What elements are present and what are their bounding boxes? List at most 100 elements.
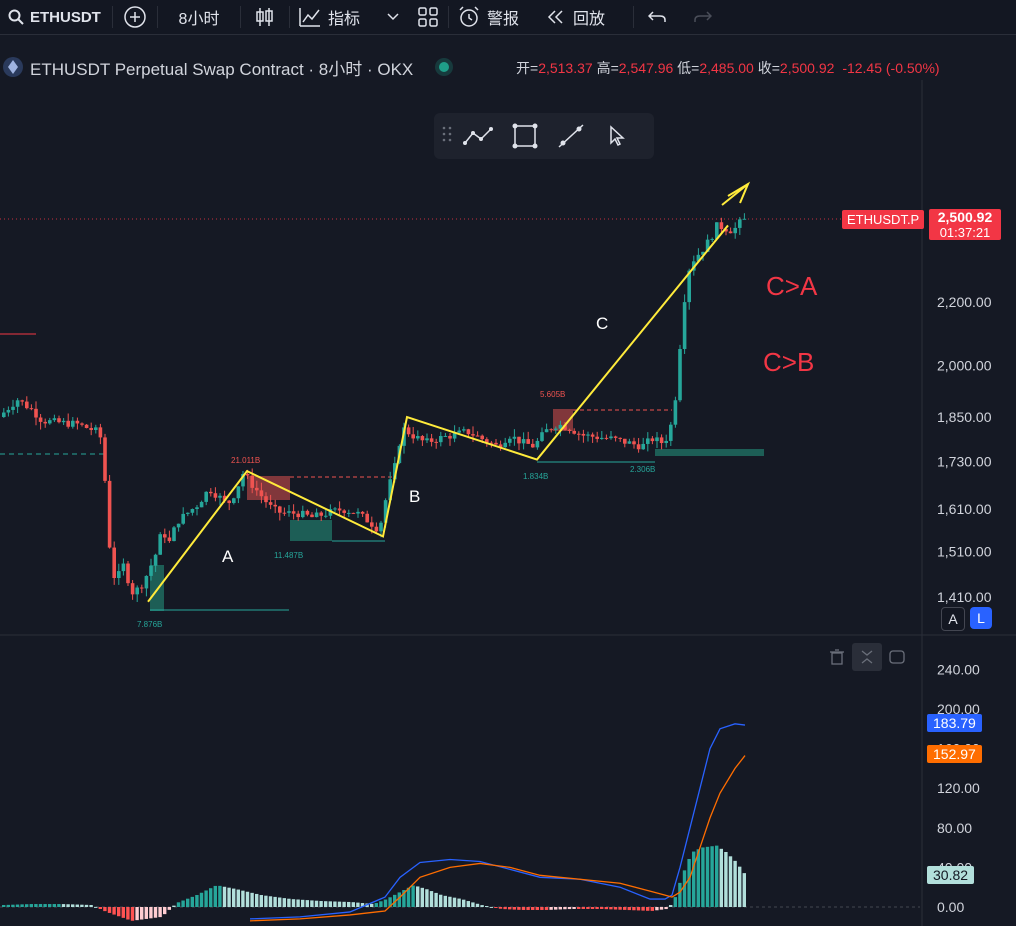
macd-histogram-bar	[259, 895, 263, 907]
macd-histogram-bar	[544, 907, 549, 910]
macd-histogram-bar	[209, 888, 213, 907]
path-tool-button[interactable]	[456, 125, 502, 147]
candle-down	[282, 512, 287, 514]
candle-down	[126, 563, 130, 584]
macd-histogram-bar	[627, 907, 631, 911]
candle-down	[351, 512, 356, 514]
volume-box	[655, 449, 764, 456]
candle-up	[117, 571, 121, 579]
macd-histogram-bar	[563, 907, 567, 910]
candle-down	[278, 506, 282, 513]
macd-histogram-bar	[733, 860, 737, 907]
macd-histogram-bar	[549, 907, 553, 910]
rectangle-tool-button[interactable]	[502, 122, 548, 150]
macd-histogram-bar	[75, 904, 79, 907]
drawing-toolbar	[434, 113, 654, 159]
macd-histogram-bar	[98, 907, 102, 909]
macd-histogram-bar	[218, 885, 222, 907]
candle-up	[236, 486, 241, 499]
candle-up	[195, 507, 199, 510]
macd-tick-label: 0.00	[937, 899, 964, 915]
maximize-pane-button[interactable]	[882, 643, 912, 671]
candle-up	[462, 429, 466, 431]
candle-down	[604, 437, 609, 439]
macd-histogram-bar	[636, 907, 641, 911]
candle-up	[682, 302, 687, 350]
elliott-wave-line	[147, 224, 729, 603]
macd-histogram-bar	[130, 907, 135, 921]
candle-down	[549, 429, 553, 431]
macd-histogram-bar	[351, 902, 355, 907]
price-tick-label: 2,000.00	[937, 357, 992, 373]
macd-histogram-bar	[715, 845, 719, 907]
candle-up	[158, 534, 162, 555]
candle-up	[232, 498, 236, 504]
rectangle-icon	[512, 123, 538, 149]
macd-histogram-bar	[250, 892, 254, 907]
macd-tick-label: 240.00	[937, 661, 980, 677]
candle-down	[163, 534, 167, 538]
candle-up	[641, 443, 645, 450]
delete-pane-button[interactable]	[822, 643, 852, 671]
candle-down	[57, 418, 61, 423]
macd-histogram-bar	[664, 907, 668, 910]
macd-histogram-bar	[172, 905, 176, 907]
macd-histogram-bar	[558, 907, 562, 910]
candle-down	[20, 400, 24, 402]
trendline-tool-button[interactable]	[548, 122, 594, 150]
candle-up	[190, 509, 195, 513]
candle-up	[94, 427, 98, 430]
candle-up	[218, 495, 222, 498]
candle-down	[636, 444, 641, 450]
candle-up	[609, 436, 613, 439]
macd-histogram-bar	[416, 886, 420, 907]
candle-down	[360, 511, 365, 514]
candle-down	[227, 500, 231, 504]
candle-up	[204, 491, 208, 502]
macd-histogram-bar	[84, 904, 89, 907]
candle-down	[650, 438, 655, 442]
polyline-icon	[463, 127, 493, 145]
candle-down	[494, 442, 498, 445]
macd-histogram-bar	[641, 907, 645, 911]
candle-down	[89, 428, 93, 430]
macd-histogram-bar	[673, 897, 677, 907]
cursor-icon	[610, 125, 625, 147]
macd-histogram-bar	[498, 907, 503, 909]
candle-down	[406, 427, 411, 435]
candle-down	[112, 547, 116, 579]
macd-histogram-bar	[282, 898, 286, 907]
log-scale-button[interactable]: L	[970, 607, 992, 629]
macd-histogram-bar	[11, 904, 15, 907]
macd-histogram-bar	[595, 907, 599, 909]
candle-down	[130, 583, 135, 595]
macd-histogram-bar	[6, 904, 10, 907]
candle-up	[121, 563, 126, 572]
macd-histogram-bar	[117, 907, 121, 917]
candle-down	[466, 429, 471, 435]
candle-down	[526, 439, 530, 444]
candle-up	[356, 511, 360, 514]
candle-down	[107, 480, 112, 548]
candle-down	[310, 514, 314, 518]
macd-last-tag: 183.79	[927, 714, 982, 732]
macd-histogram-bar	[222, 886, 227, 907]
candle-down	[517, 436, 521, 444]
macd-histogram-bar	[586, 907, 590, 909]
macd-histogram-bar	[420, 887, 424, 907]
collapse-pane-button[interactable]	[852, 643, 882, 671]
candle-up	[535, 440, 540, 448]
price-tick-label: 1,850.00	[937, 409, 992, 425]
macd-histogram-bar	[319, 901, 323, 907]
drag-handle[interactable]	[442, 125, 456, 148]
macd-histogram-bar	[475, 903, 480, 907]
candle-up	[503, 442, 507, 448]
macd-histogram-bar	[15, 904, 20, 907]
candle-down	[337, 508, 342, 511]
auto-scale-button[interactable]: A	[941, 607, 965, 631]
macd-histogram-bar	[577, 907, 581, 909]
price-tick-label: 1,610.00	[937, 501, 992, 517]
cursor-tool-button[interactable]	[594, 125, 640, 147]
macd-histogram-bar	[623, 907, 627, 910]
candle-up	[733, 227, 737, 234]
